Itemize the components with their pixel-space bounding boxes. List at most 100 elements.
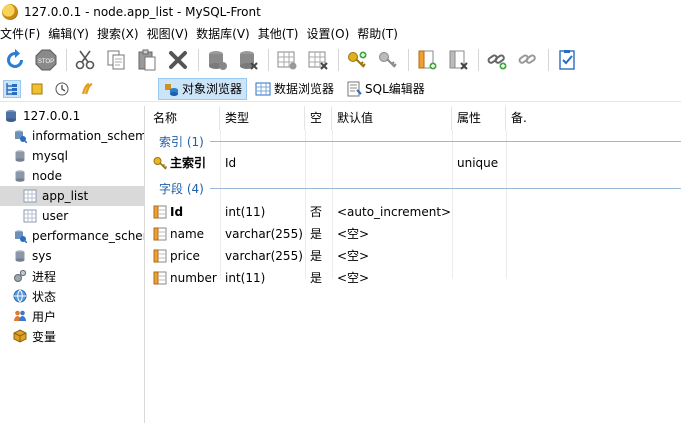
database-icon [12,248,28,264]
object-browser-icon [165,83,178,96]
column-header-comment[interactable]: 备. [506,106,681,130]
field-name: price [170,249,200,263]
tree-item-label: 状态 [32,289,57,304]
sql-history-icon[interactable] [78,80,96,98]
tree-item-label: performance_scher [32,229,145,243]
menu-file[interactable]: 文件(F) [0,25,46,42]
toolbar-separator [408,49,409,71]
column-header-default[interactable]: 默认值 [332,106,452,130]
tree-item-label: node [32,169,62,183]
field-type-cell: int(11) [225,205,266,219]
status-icon [12,288,28,304]
tab-sql-editor[interactable]: SQL编辑器 [342,78,429,100]
column-header-attributes[interactable]: 属性 [452,106,506,130]
field-row[interactable]: name varchar(255) 是 <空> [148,223,681,245]
tree-item-label: 进程 [32,269,57,284]
index-type-cell: Id [225,156,237,170]
drop-database-icon[interactable] [235,47,261,73]
tree-item-app-list[interactable]: app_list [0,186,144,206]
title-bar: 127.0.0.1 - node.app_list - MySQL-Front [0,0,681,23]
new-table-icon[interactable] [274,47,300,73]
tree-item-variables[interactable]: 变量 [0,326,144,346]
stop-icon[interactable]: STOP [33,47,59,73]
delete-icon[interactable] [165,47,191,73]
field-row[interactable]: number int(11) 是 <空> [148,267,681,289]
index-name-cell: 主索引 [148,152,220,174]
tree-item-user[interactable]: user [0,206,144,226]
field-name: number [170,271,217,285]
paste-icon[interactable] [134,47,160,73]
tree-item-mysql[interactable]: mysql [0,146,144,166]
toolbar-separator [338,49,339,71]
history-icon[interactable] [53,80,71,98]
database-system-icon [12,228,28,244]
toolbar-separator [198,49,199,71]
properties-icon[interactable] [554,47,580,73]
tree-item-information-schema[interactable]: information_schem [0,126,144,146]
object-grid: 名称 类型 空 默认值 属性 备. 索引 (1) 主索引 Id unique 字… [148,106,681,423]
server-icon [3,108,19,124]
new-field-icon[interactable] [414,47,440,73]
tree-item-label: sys [32,249,52,263]
tab-data-browser-label: 数据浏览器 [274,82,335,96]
menu-other[interactable]: 其他(T) [256,25,305,42]
field-type-cell: int(11) [225,271,266,285]
view-toolbar: 对象浏览器 数据浏览器 SQL编辑器 [0,76,681,102]
new-key-icon[interactable] [344,47,370,73]
tree-view-icon[interactable] [3,79,21,98]
field-default-cell: <空> [337,271,370,285]
drop-key-icon[interactable] [375,47,401,73]
tree-item-performance-schema[interactable]: performance_scher [0,226,144,246]
menu-help[interactable]: 帮助(T) [355,25,404,42]
field-section-header: 字段 (4) [148,177,681,199]
database-icon [12,148,28,164]
menu-database[interactable]: 数据库(V) [194,25,256,42]
table-icon [22,208,38,224]
new-database-icon[interactable] [204,47,230,73]
index-null-cell [305,152,332,174]
database-system-icon [12,128,28,144]
menu-view[interactable]: 视图(V) [145,25,195,42]
drop-table-icon[interactable] [305,47,331,73]
index-name: 主索引 [170,156,207,170]
field-icon [153,227,167,241]
menu-edit[interactable]: 编辑(Y) [46,25,95,42]
copy-icon[interactable] [103,47,129,73]
drop-field-icon[interactable] [445,47,471,73]
menu-search[interactable]: 搜索(X) [95,25,145,42]
tree-item-sys[interactable]: sys [0,246,144,266]
cut-icon[interactable] [72,47,98,73]
column-header-type[interactable]: 类型 [220,106,305,130]
column-header-null[interactable]: 空 [305,106,332,130]
new-link-icon[interactable] [484,47,510,73]
tree-item-label: 127.0.0.1 [23,109,81,123]
refresh-icon[interactable] [2,47,28,73]
field-null-cell: 否 [310,205,323,219]
drop-link-icon[interactable] [515,47,541,73]
users-icon [12,308,28,324]
tree-item-status[interactable]: 状态 [0,286,144,306]
field-row[interactable]: Id int(11) 否 <auto_increment> [148,201,681,223]
field-default-cell: <空> [337,249,370,263]
tree-item-users[interactable]: 用户 [0,306,144,326]
tree-item-processes[interactable]: 进程 [0,266,144,286]
field-type-cell: varchar(255) [225,249,303,263]
index-default-cell [332,152,452,174]
field-row[interactable]: price varchar(255) 是 <空> [148,245,681,267]
favorites-icon[interactable] [28,80,46,98]
section-divider [209,140,681,142]
tree-item-label: mysql [32,149,68,163]
tab-sql-editor-label: SQL编辑器 [365,82,425,96]
tree-item-label: user [42,209,69,223]
menu-settings[interactable]: 设置(O) [304,25,355,42]
tree-item-label: app_list [42,189,89,203]
index-row[interactable]: 主索引 Id unique [148,152,681,174]
tab-data-browser[interactable]: 数据浏览器 [251,78,338,100]
tree-item-node[interactable]: node [0,166,144,186]
column-header-name[interactable]: 名称 [148,106,220,130]
field-name-cell: Id [148,201,220,223]
tab-object-browser[interactable]: 对象浏览器 [158,77,248,100]
field-default-cell: <auto_increment> [337,205,452,219]
primary-field-icon [153,205,167,219]
tree-item-server[interactable]: 127.0.0.1 [0,106,144,126]
